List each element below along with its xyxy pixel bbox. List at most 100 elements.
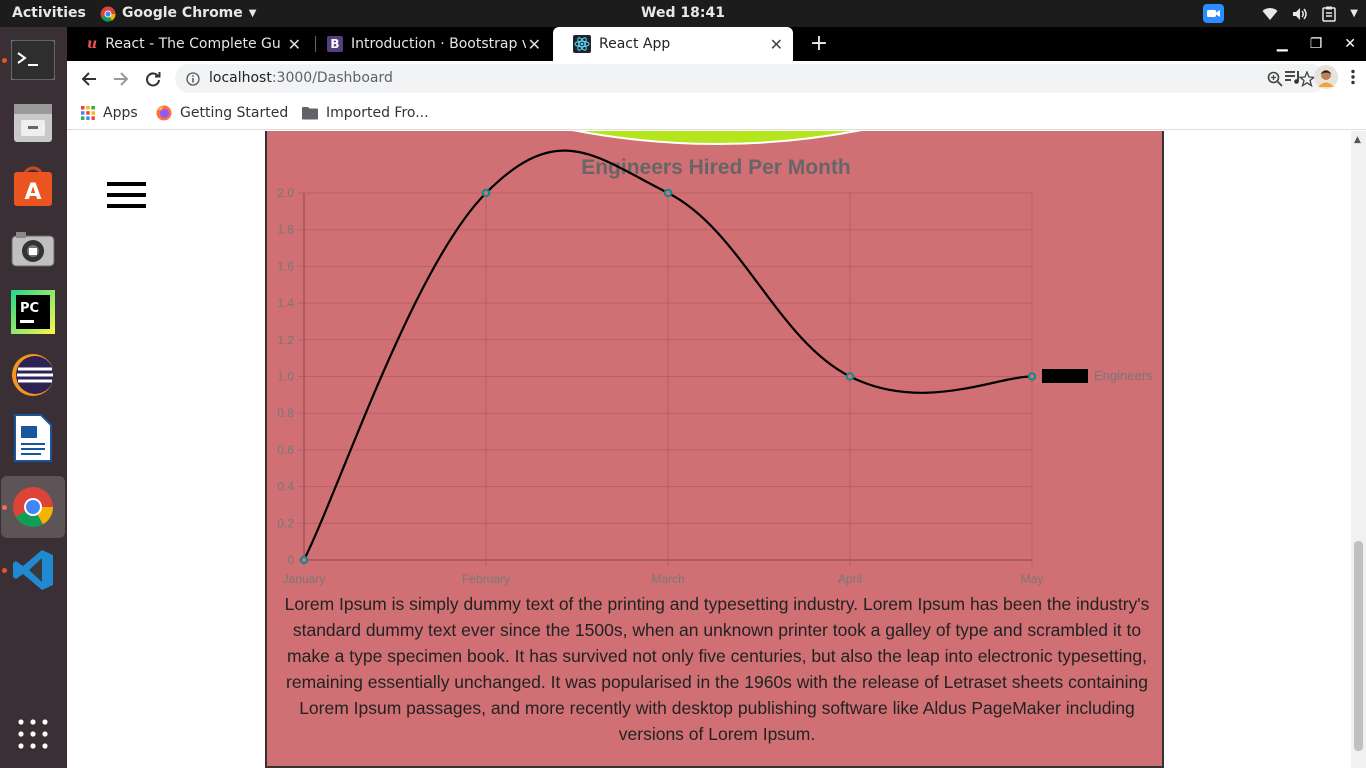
- eclipse-icon[interactable]: [9, 351, 57, 399]
- pycharm-icon[interactable]: PC: [9, 288, 57, 336]
- data-point: [845, 372, 855, 381]
- x-tick-label: April: [838, 572, 862, 586]
- dashboard-card: Engineers Hired Per Month 0 0.2 0.4 0.6 0.8 1.…: [265, 131, 1164, 768]
- engineers-line-chart: Engineers Hired Per Month00.20.40.60.81.…: [277, 131, 1153, 586]
- zoom-icon[interactable]: [1203, 4, 1225, 23]
- data-point: [481, 188, 491, 198]
- browser-toolbar: localhost:3000/Dashboard: [67, 61, 1366, 96]
- bookmark-imported-folder[interactable]: Imported Fro...: [302, 96, 429, 129]
- terminal-icon[interactable]: [9, 36, 57, 84]
- software-center-icon[interactable]: A: [9, 162, 57, 210]
- forward-button[interactable]: [107, 65, 135, 93]
- y-tick-label: 1.6: [277, 259, 294, 273]
- y-tick-label: 0: [287, 553, 294, 567]
- tab-strip: u React - The Complete Guide ✕ B Introdu…: [67, 27, 1366, 61]
- running-indicator: [2, 568, 7, 573]
- svg-text:A: A: [24, 180, 41, 205]
- app-menu[interactable]: Google Chrome ▼: [100, 0, 256, 27]
- tab-udemy[interactable]: u React - The Complete Guide ✕: [67, 27, 311, 61]
- legend-swatch: [1042, 369, 1088, 383]
- running-indicator: [2, 58, 7, 63]
- data-point: [1027, 372, 1037, 381]
- y-tick-label: 0.4: [277, 480, 294, 494]
- info-icon[interactable]: [186, 72, 200, 86]
- window-controls: ▁ ❐ ✕: [1277, 27, 1356, 61]
- bookmarks-bar: Apps Getting Started Imported Fro...: [67, 96, 1366, 130]
- svg-text:PC: PC: [20, 301, 39, 316]
- apps-grid-icon: [81, 105, 95, 120]
- dock: A PC: [0, 27, 67, 768]
- new-tab-button[interactable]: +: [805, 30, 833, 58]
- address-bar[interactable]: localhost:3000/Dashboard: [175, 64, 1325, 93]
- tab-title: React - The Complete Guide: [105, 36, 281, 52]
- x-tick-label: January: [283, 572, 326, 586]
- react-icon: [573, 35, 591, 53]
- vscode-icon[interactable]: [9, 546, 57, 594]
- close-icon[interactable]: ✕: [770, 35, 783, 54]
- x-tick-label: March: [651, 572, 684, 586]
- url-host: localhost: [209, 70, 272, 86]
- card-paragraph: Lorem Ipsum is simply dummy text of the …: [284, 594, 1150, 744]
- y-tick-label: 0.8: [277, 406, 294, 420]
- chrome-icon[interactable]: [1, 476, 65, 538]
- activities-button[interactable]: Activities: [12, 0, 86, 27]
- y-tick-label: 1.0: [277, 370, 294, 384]
- close-icon[interactable]: ✕: [528, 35, 541, 54]
- bookmark-label: Imported Fro...: [326, 104, 429, 121]
- system-menu-arrow-icon[interactable]: ▼: [1350, 8, 1358, 19]
- file-manager-icon[interactable]: [9, 99, 57, 147]
- legend-label: Engineers: [1094, 368, 1153, 383]
- y-tick-label: 0.6: [277, 443, 294, 457]
- arrow-right-icon: [114, 72, 129, 86]
- tab-bootstrap[interactable]: B Introduction · Bootstrap v ✕: [307, 27, 551, 61]
- tab-title: Introduction · Bootstrap v: [351, 36, 526, 52]
- url-text[interactable]: localhost:3000/Dashboard: [209, 64, 393, 93]
- page-scrollbar[interactable]: ▲: [1351, 131, 1366, 768]
- menu-kebab-icon[interactable]: [1350, 69, 1356, 85]
- tab-react-app[interactable]: React App ✕: [553, 27, 793, 61]
- tab-title: React App: [599, 36, 671, 52]
- scroll-up-arrow-icon[interactable]: ▲: [1354, 135, 1361, 145]
- reload-icon: [146, 72, 161, 87]
- toolbar-actions: [1284, 65, 1356, 89]
- data-point: [663, 188, 673, 198]
- volume-icon[interactable]: [1292, 7, 1308, 21]
- writer-icon[interactable]: [9, 414, 57, 462]
- folder-icon: [302, 106, 318, 119]
- data-point: [299, 555, 309, 565]
- camera-icon[interactable]: [9, 225, 57, 273]
- y-tick-label: 1.4: [277, 296, 294, 310]
- media-queue-icon[interactable]: [1284, 69, 1302, 85]
- clipboard-icon[interactable]: [1322, 6, 1337, 22]
- y-tick-label: 1.2: [277, 333, 294, 347]
- url-path: :3000/Dashboard: [271, 70, 393, 86]
- close-window-icon[interactable]: ✕: [1344, 36, 1356, 52]
- pie-slice-partial: [572, 131, 862, 145]
- bookmark-getting-started[interactable]: Getting Started: [156, 96, 288, 129]
- minimize-icon[interactable]: ▁: [1277, 36, 1288, 52]
- hamburger-menu-icon[interactable]: [107, 182, 146, 209]
- close-icon[interactable]: ✕: [288, 35, 301, 54]
- bookmark-label: Apps: [103, 104, 138, 121]
- back-button[interactable]: [75, 65, 103, 93]
- maximize-icon[interactable]: ❐: [1310, 36, 1323, 52]
- y-tick-label: 0.2: [277, 516, 294, 530]
- system-tray[interactable]: ▼: [1203, 3, 1358, 24]
- show-apps-icon[interactable]: [9, 710, 57, 758]
- scrollbar-thumb[interactable]: [1354, 541, 1363, 751]
- bookmark-label: Getting Started: [180, 104, 289, 121]
- profile-avatar[interactable]: [1314, 65, 1338, 89]
- firefox-icon: [156, 105, 172, 120]
- reload-button[interactable]: [139, 65, 167, 93]
- app-menu-label: Google Chrome: [122, 5, 243, 21]
- bookmark-apps[interactable]: Apps: [81, 96, 138, 129]
- chrome-small-icon: [100, 6, 116, 22]
- system-top-bar: Activities Google Chrome ▼ Wed 18:41 ▼: [0, 0, 1366, 27]
- chevron-down-icon: ▼: [248, 8, 257, 19]
- wifi-icon[interactable]: [1262, 7, 1278, 21]
- bootstrap-icon: B: [327, 36, 343, 52]
- y-tick-label: 2.0: [277, 186, 294, 200]
- arrow-left-icon: [81, 72, 96, 86]
- zoom-magnifier-icon[interactable]: [1267, 71, 1283, 87]
- x-tick-label: May: [1021, 572, 1044, 586]
